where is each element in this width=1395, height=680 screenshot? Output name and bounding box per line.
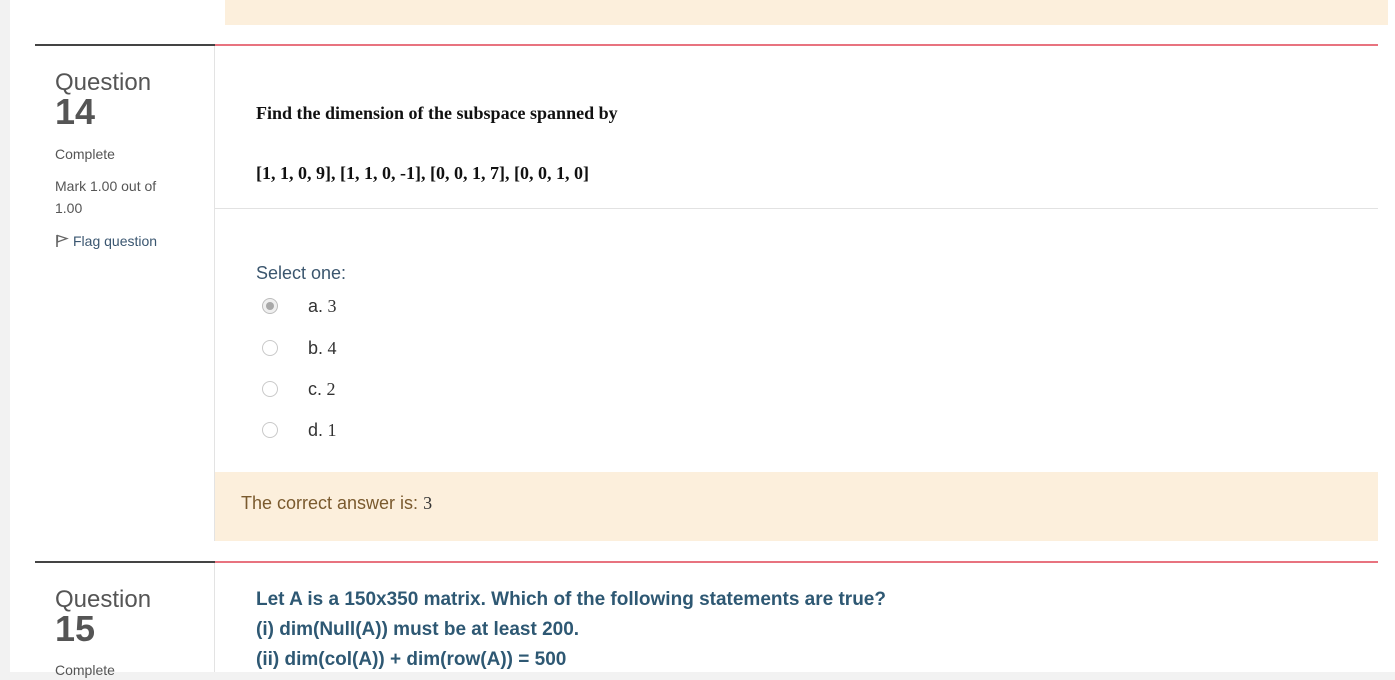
radio-button-checked[interactable]	[262, 298, 278, 314]
correct-answer-text: The correct answer is: 3	[241, 493, 433, 513]
select-one-prompt: Select one:	[256, 263, 347, 283]
flag-question-label: Flag question	[73, 233, 158, 249]
q14-state: Complete	[55, 146, 115, 162]
q14-text-line1: Find the dimension of the subspace spann…	[256, 103, 618, 123]
q14-option-b-label: b. 4	[308, 338, 337, 358]
q14-option-d-label: d. 1	[308, 420, 337, 440]
q15-state: Complete	[55, 662, 115, 678]
flag-icon	[55, 234, 69, 248]
q14-option-a[interactable]: a. 3	[262, 295, 337, 317]
q14-info-rule	[35, 44, 215, 46]
q15-info-rule	[35, 561, 215, 563]
q14-mark: Mark 1.00 out of 1.00	[55, 178, 157, 216]
q14-option-a-label: a. 3	[308, 296, 337, 316]
q14-divider	[214, 46, 215, 541]
previous-feedback-box	[225, 0, 1388, 25]
q15-text-line2: (i) dim(Null(A)) must be at least 200.	[256, 619, 580, 640]
q14-flag-question[interactable]: Flag question	[55, 231, 157, 251]
q14-option-c[interactable]: c. 2	[262, 378, 336, 400]
q15-text-line3: (ii) dim(col(A)) + dim(row(A)) = 500	[256, 649, 567, 670]
q14-option-d[interactable]: d. 1	[262, 419, 337, 441]
q14-answer-separator	[215, 208, 1378, 209]
q14-feedback-box: The correct answer is: 3	[215, 472, 1378, 541]
q15-divider	[214, 563, 215, 672]
q15-text-line1: Let A is a 150x350 matrix. Which of the …	[256, 589, 886, 610]
q14-content-rule	[215, 44, 1378, 46]
radio-button[interactable]	[262, 422, 278, 438]
correct-answer-value: 3	[423, 493, 433, 513]
q14-text-line2: [1, 1, 0, 9], [1, 1, 0, -1], [0, 0, 1, 7…	[256, 163, 589, 183]
q15-content-rule	[215, 561, 1378, 563]
radio-button[interactable]	[262, 381, 278, 397]
quiz-page: Question 14 Complete Mark 1.00 out of 1.…	[10, 0, 1395, 678]
radio-button[interactable]	[262, 340, 278, 356]
q14-number: 14	[55, 91, 96, 132]
q14-option-c-label: c. 2	[308, 379, 336, 399]
q14-option-b[interactable]: b. 4	[262, 337, 337, 359]
q15-number: 15	[55, 608, 96, 649]
